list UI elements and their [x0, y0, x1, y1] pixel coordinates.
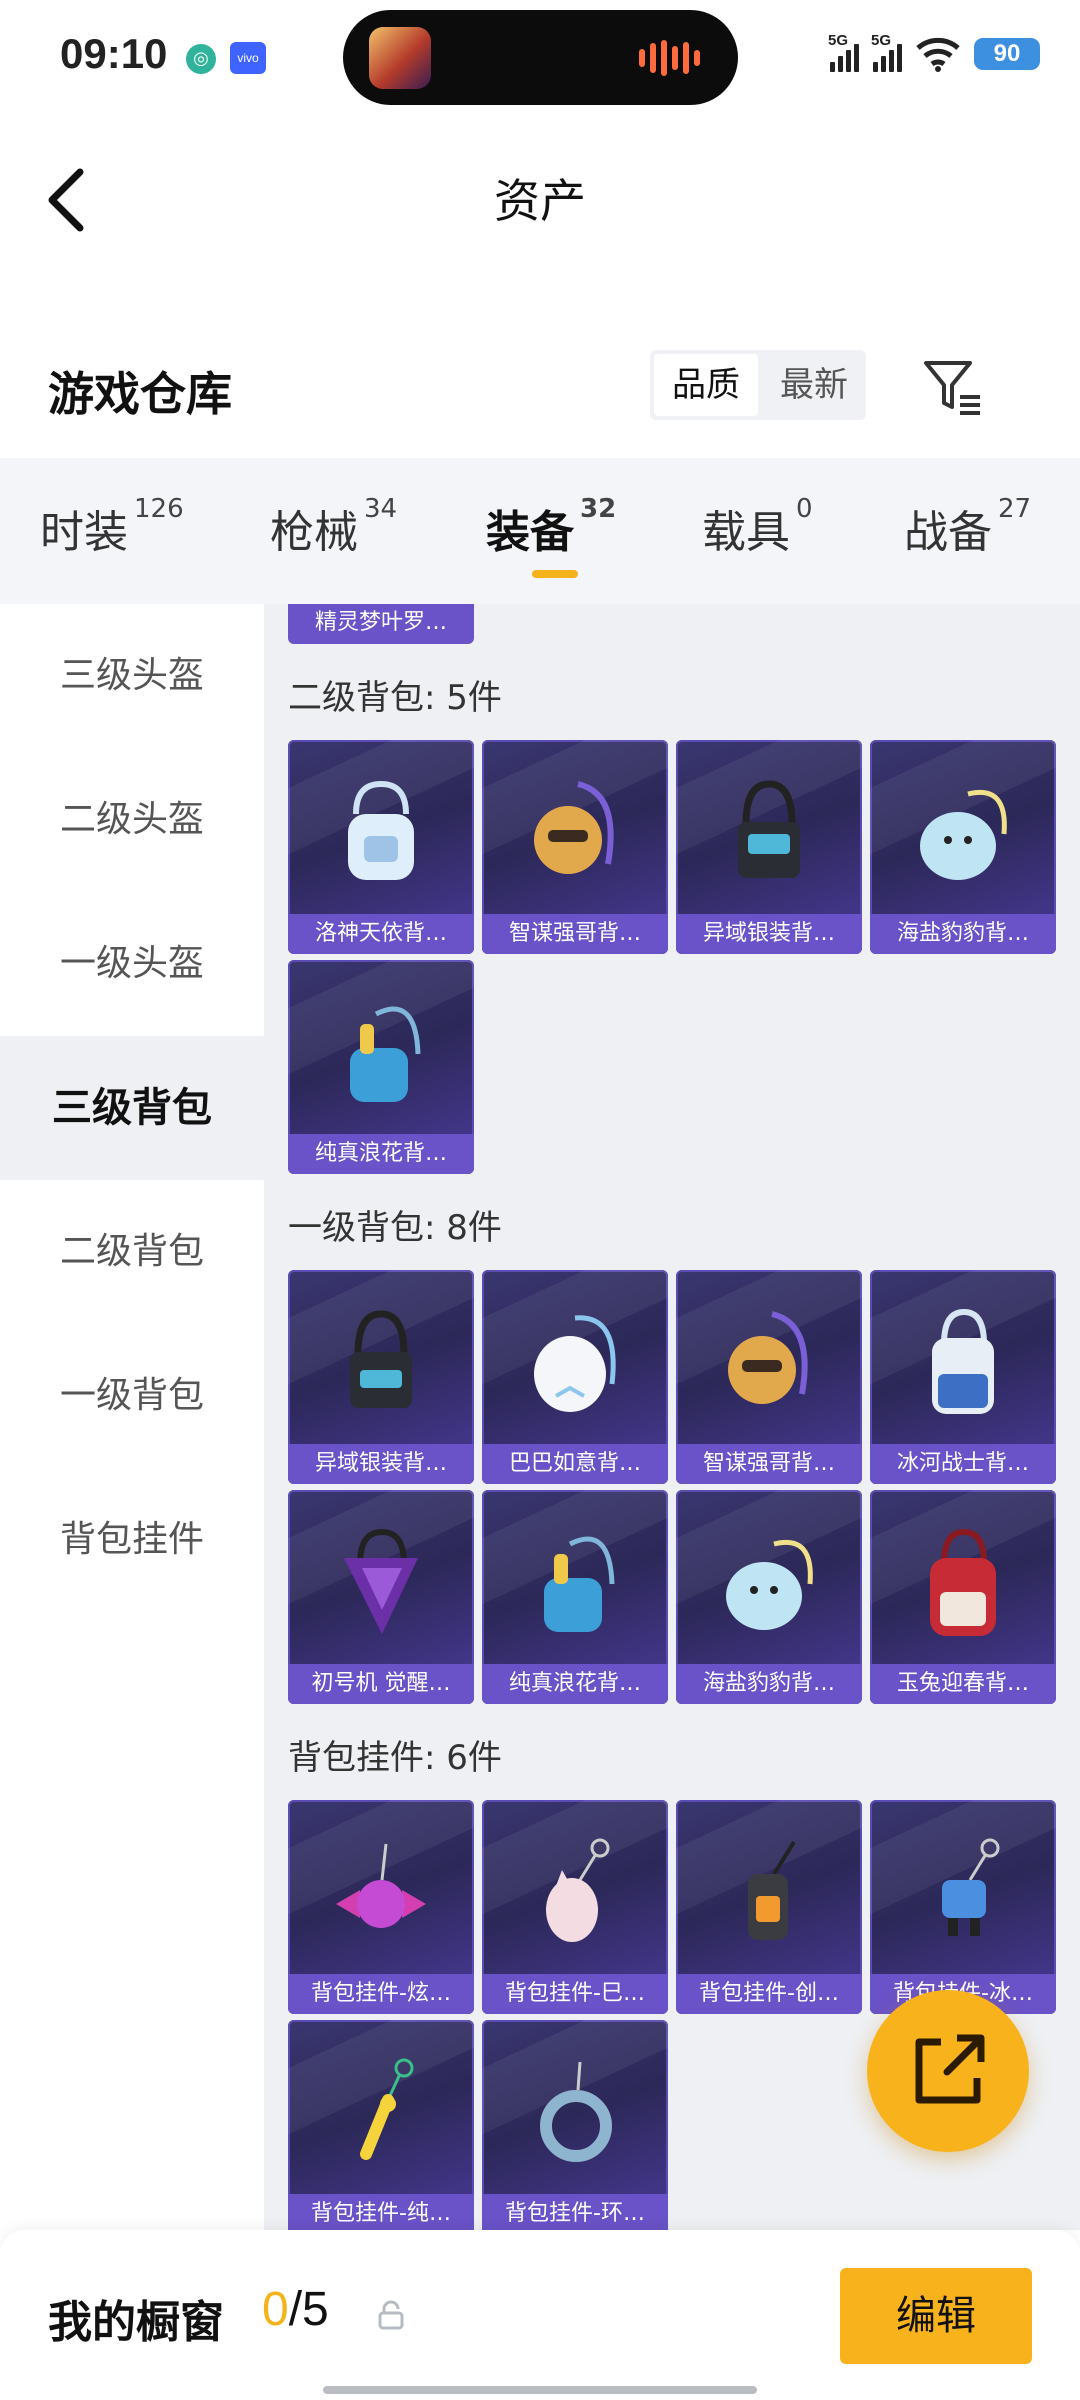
- item-card[interactable]: 精灵梦叶罗…: [288, 604, 474, 644]
- item-card[interactable]: 洛神天依背…: [288, 740, 474, 954]
- tab-equipment[interactable]: 装备 32: [486, 494, 616, 560]
- charm-icon: [360, 2058, 414, 2160]
- sort-quality-button[interactable]: 品质: [654, 354, 758, 416]
- charm-icon: [748, 1840, 796, 1940]
- status-bar: 09:10 ◎ vivo 5G 5G 90: [0, 0, 1080, 115]
- showcase-bar: 我的橱窗 0/5 编辑: [0, 2230, 1080, 2400]
- backpack-icon: [350, 1310, 412, 1408]
- item-card[interactable]: 智谋强哥背…: [482, 740, 668, 954]
- sort-toggle: 品质 最新: [650, 350, 866, 420]
- charm-icon: [540, 2061, 612, 2162]
- item-card[interactable]: 海盐豹豹背…: [676, 1490, 862, 1704]
- item-card[interactable]: 冰河战士背…: [870, 1270, 1056, 1484]
- share-icon: [915, 2034, 985, 2104]
- item-card[interactable]: 智谋强哥背…: [676, 1270, 862, 1484]
- warehouse-header: 游戏仓库 品质 最新: [0, 330, 1080, 450]
- backpack-icon: [920, 790, 1007, 880]
- backpack-icon: [344, 1528, 418, 1634]
- sidebar-item-level2-backpack[interactable]: 二级背包: [0, 1180, 264, 1324]
- item-card[interactable]: 纯真浪花背…: [482, 1490, 668, 1704]
- notification-icon: ◎: [186, 44, 216, 74]
- backpack-icon: [350, 1006, 421, 1102]
- item-card[interactable]: 玉兔迎春背…: [870, 1490, 1056, 1704]
- backpack-icon: [534, 1315, 616, 1412]
- signal-icon-2: 5G: [871, 32, 902, 72]
- item-card[interactable]: 异域银装背…: [288, 1270, 474, 1484]
- sidebar-item-level1-backpack[interactable]: 一级背包: [0, 1324, 264, 1468]
- item-grid: 精灵梦叶罗… 二级背包: 5件 洛神天依背… 智谋强哥背… 异域银装背… 海盐豹…: [264, 604, 1080, 2230]
- backpack-icon: [738, 780, 800, 878]
- item-card[interactable]: 纯真浪花背…: [288, 960, 474, 1174]
- backpack-icon: [930, 1528, 996, 1636]
- sidebar-item-level1-helmet[interactable]: 一级头盔: [0, 892, 264, 1036]
- item-card[interactable]: 背包挂件-冰…: [870, 1800, 1056, 2014]
- item-card[interactable]: 背包挂件-环…: [482, 2020, 668, 2230]
- showcase-count: 0/5: [262, 2283, 329, 2336]
- filter-icon[interactable]: [920, 355, 984, 419]
- warehouse-title: 游戏仓库: [48, 367, 232, 421]
- item-card[interactable]: 背包挂件-创…: [676, 1800, 862, 2014]
- dynamic-island[interactable]: [343, 10, 738, 105]
- battery-indicator: 90: [974, 38, 1040, 70]
- charm-icon: [546, 1838, 610, 1942]
- sidebar-item-level3-helmet[interactable]: 三级头盔: [0, 604, 264, 748]
- charm-icon: [336, 1843, 426, 1928]
- item-card[interactable]: 背包挂件-纯…: [288, 2020, 474, 2230]
- sidebar-item-backpack-charm[interactable]: 背包挂件: [0, 1468, 264, 1612]
- backpack-icon: [534, 781, 614, 874]
- tab-fashion[interactable]: 时装 126: [40, 494, 184, 560]
- nav-bar: 资产: [0, 115, 1080, 285]
- lock-icon: [378, 2300, 404, 2330]
- tab-firearms[interactable]: 枪械 34: [270, 494, 397, 560]
- sidebar: 三级头盔 二级头盔 一级头盔 三级背包 二级背包 一级背包 背包挂件: [0, 604, 264, 2230]
- backpack-icon: [726, 1540, 813, 1630]
- page-title: 资产: [494, 174, 586, 228]
- category-tabs: 时装 126 枪械 34 装备 32 载具 0 战备 27: [0, 458, 1080, 604]
- vivo-app-icon: vivo: [230, 42, 266, 74]
- backpack-icon: [544, 1536, 615, 1632]
- edit-button[interactable]: 编辑: [840, 2268, 1032, 2364]
- game-app-icon: [369, 27, 431, 89]
- section-title: 二级背包: 5件: [288, 678, 502, 718]
- item-card[interactable]: 异域银装背…: [676, 740, 862, 954]
- clock: 09:10: [60, 30, 168, 77]
- sidebar-item-level2-helmet[interactable]: 二级头盔: [0, 748, 264, 892]
- wifi-icon: [916, 37, 960, 72]
- backpack-icon: [932, 1308, 994, 1414]
- active-tab-indicator: [532, 570, 578, 578]
- item-card[interactable]: 海盐豹豹背…: [870, 740, 1056, 954]
- signal-icon: 5G: [828, 32, 859, 72]
- backpack-icon: [728, 1311, 808, 1404]
- charm-icon: [942, 1838, 1000, 1936]
- tab-vehicles[interactable]: 载具 0: [702, 494, 813, 560]
- section-title: 背包挂件: 6件: [288, 1738, 502, 1778]
- section-title: 一级背包: 8件: [288, 1208, 502, 1248]
- item-card[interactable]: 巴巴如意背…: [482, 1270, 668, 1484]
- item-card[interactable]: 背包挂件-巳…: [482, 1800, 668, 2014]
- tab-supplies[interactable]: 战备 27: [904, 494, 1031, 560]
- home-indicator[interactable]: [323, 2386, 757, 2394]
- share-button[interactable]: [867, 1990, 1029, 2152]
- item-card[interactable]: 初号机 觉醒…: [288, 1490, 474, 1704]
- item-card[interactable]: 背包挂件-炫…: [288, 1800, 474, 2014]
- sidebar-item-level3-backpack[interactable]: 三级背包: [0, 1036, 264, 1180]
- backpack-icon: [348, 780, 414, 880]
- showcase-label: 我的橱窗: [48, 2297, 224, 2348]
- sort-newest-button[interactable]: 最新: [762, 350, 866, 420]
- audio-wave-icon: [639, 40, 700, 76]
